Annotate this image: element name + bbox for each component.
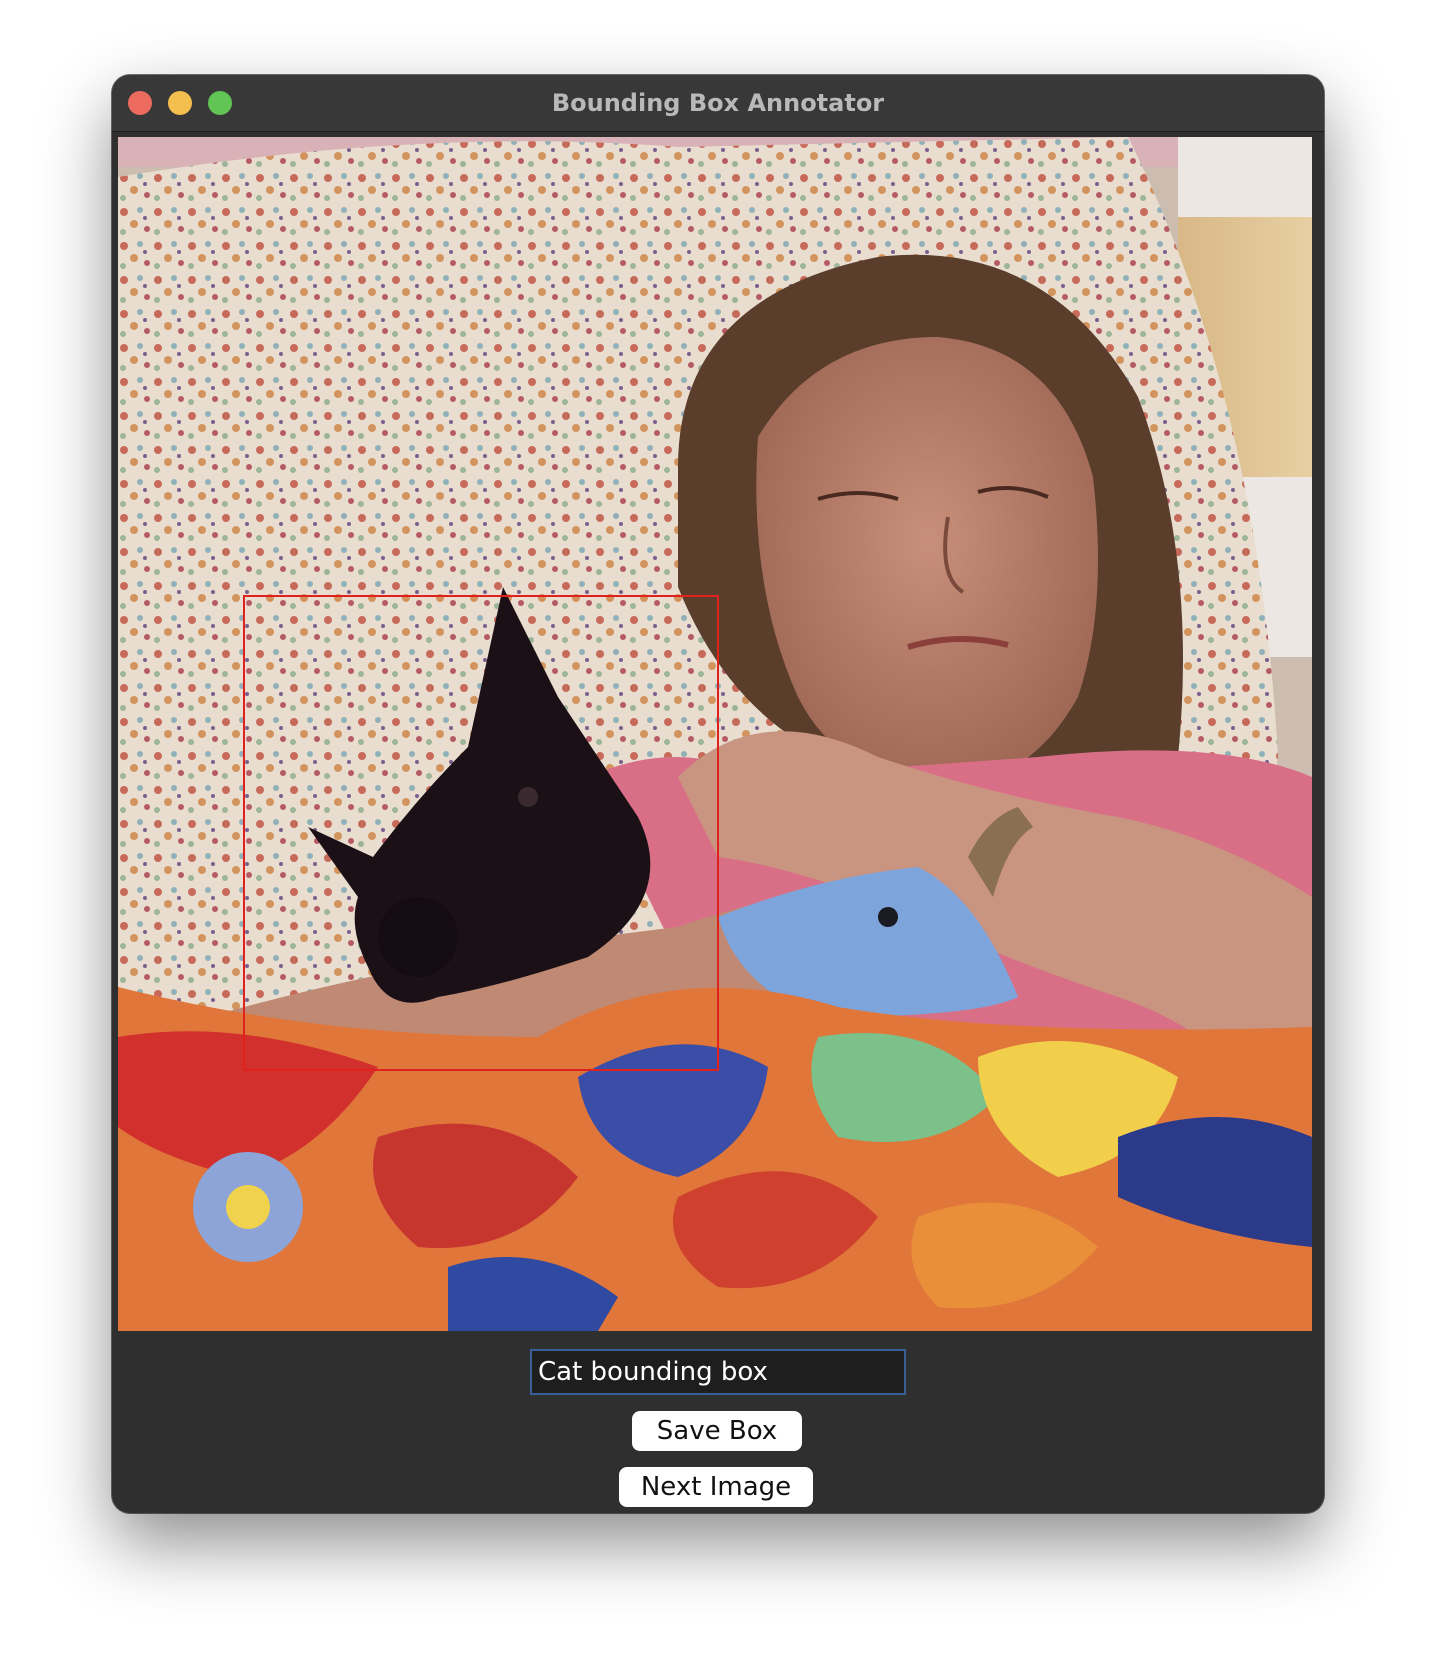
next-image-button[interactable]: Next Image: [619, 1467, 813, 1507]
bounding-box[interactable]: [243, 595, 719, 1071]
app-window: Bounding Box Annotator Cat bounding box …: [112, 75, 1324, 1513]
window-title: Bounding Box Annotator: [551, 89, 885, 117]
save-box-button[interactable]: Save Box: [632, 1411, 802, 1451]
box-label-input[interactable]: [530, 1349, 906, 1395]
title-bar[interactable]: Bounding Box Annotator: [112, 75, 1324, 132]
image-canvas[interactable]: [118, 137, 1312, 1331]
